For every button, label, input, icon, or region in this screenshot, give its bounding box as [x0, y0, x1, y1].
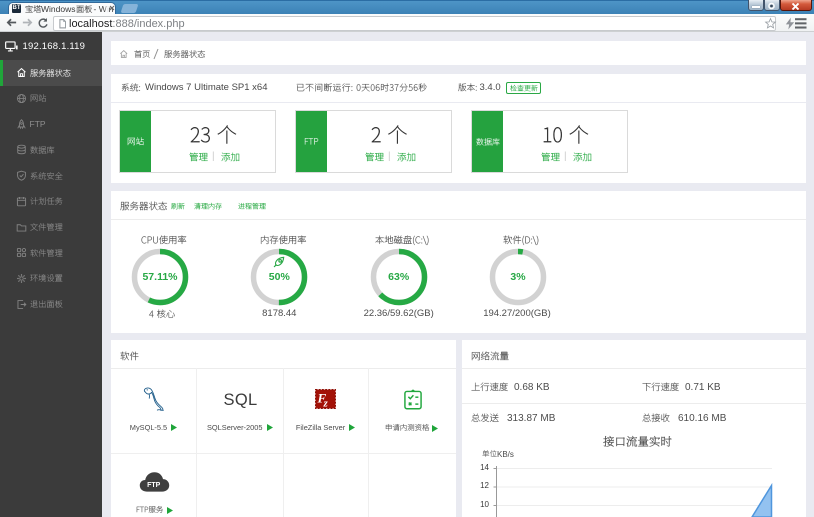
svg-text:z: z — [323, 397, 329, 409]
svg-text:FTP: FTP — [147, 482, 161, 489]
